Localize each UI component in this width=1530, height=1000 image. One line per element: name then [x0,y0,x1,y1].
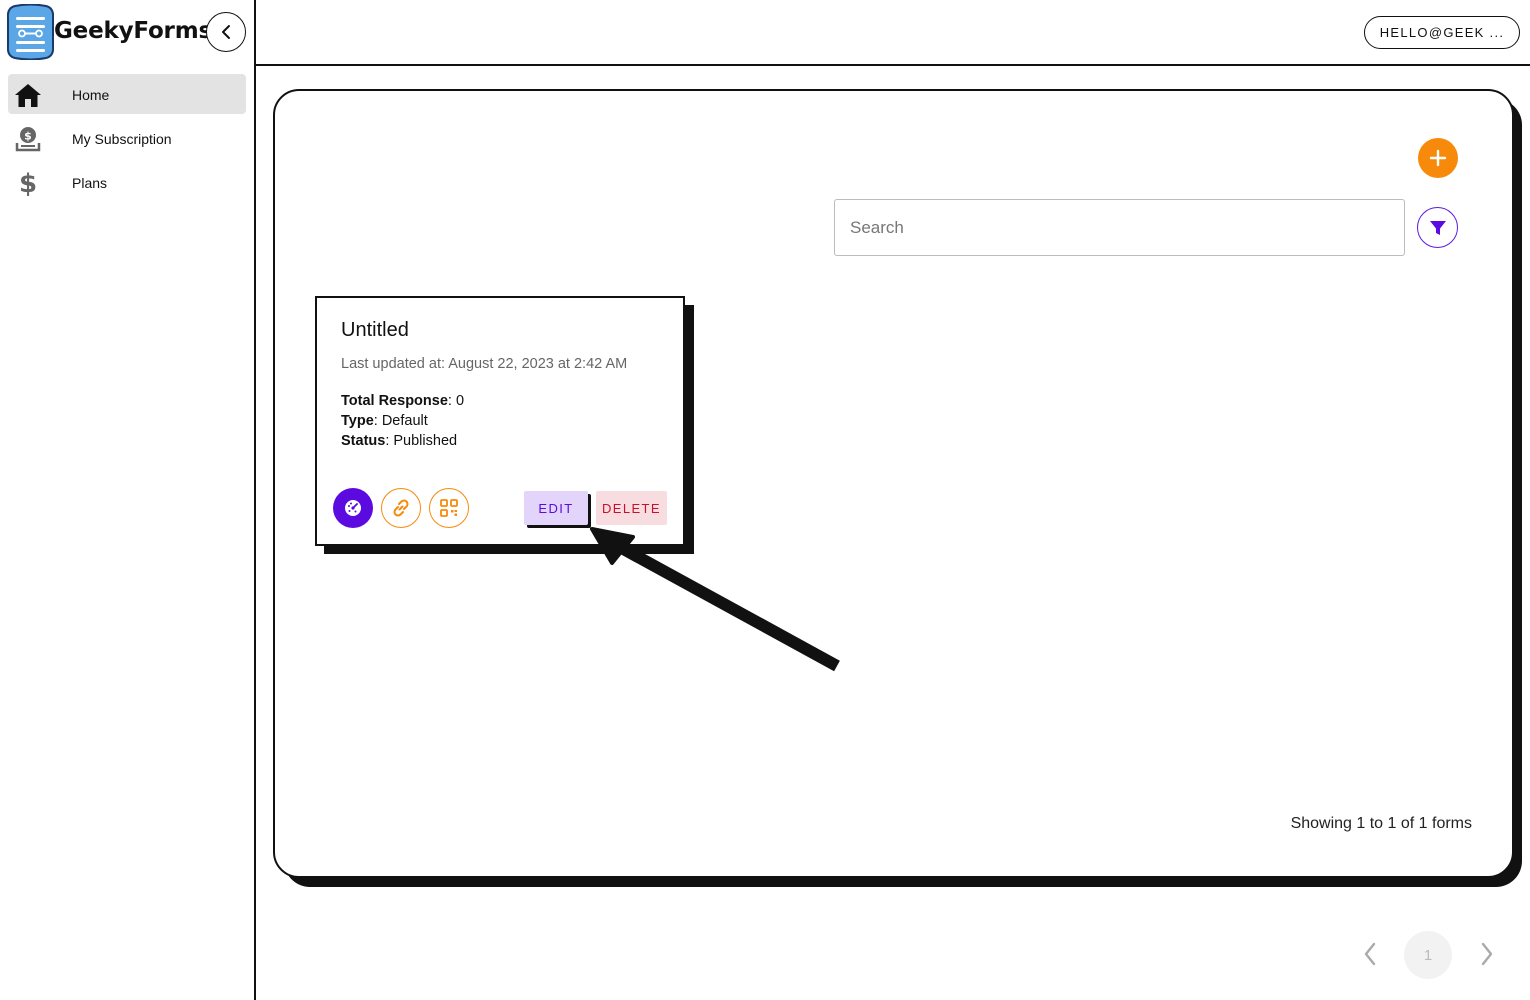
sidebar-item-plans[interactable]: $ Plans [8,162,246,202]
sidebar-item-label: Plans [72,175,108,191]
dashboard-icon [345,500,361,516]
type-value: : Default [373,413,428,429]
logo-icon[interactable] [7,4,54,60]
status-value: : Published [385,433,458,449]
total-response-label: Total Response [341,393,448,409]
share-link-button[interactable] [381,488,421,528]
chevron-right-icon [1481,942,1493,966]
collapse-sidebar-button[interactable] [206,12,246,52]
form-title: Untitled [341,319,409,341]
form-last-updated: Last updated at: August 22, 2023 at 2:42… [341,356,628,372]
app-name: GeekyForms [54,18,212,44]
pagination-prev-button[interactable] [1355,939,1385,969]
form-meta: Total Response: 0 Type: Default Status: … [341,391,464,451]
link-icon [393,499,409,517]
form-card: Untitled Last updated at: August 22, 202… [315,296,685,546]
filter-icon [1429,220,1446,235]
sidebar-item-subscription[interactable]: $ My Subscription [8,118,246,158]
dashboard-button[interactable] [333,488,373,528]
home-icon [14,81,42,109]
chevron-left-icon [222,25,230,39]
type-row: Type: Default [341,411,464,431]
edit-button[interactable]: EDIT [524,491,588,525]
svg-text:$: $ [19,169,37,197]
dollar-icon: $ [14,169,42,197]
results-summary: Showing 1 to 1 of 1 forms [1290,815,1472,832]
top-bar: HELLO@GEEK ... [256,0,1530,66]
qr-code-button[interactable] [429,488,469,528]
sidebar-nav: Home $ My Subscription $ Plans [8,74,246,206]
filter-button[interactable] [1417,207,1458,248]
qr-code-icon [440,499,458,517]
logo-area: GeekyForms [0,0,254,65]
delete-button[interactable]: DELETE [596,491,667,525]
subscription-icon: $ [14,125,42,153]
type-label: Type [341,413,374,429]
chevron-left-icon [1364,942,1376,966]
svg-text:$: $ [24,130,32,143]
total-response-row: Total Response: 0 [341,391,464,411]
sidebar-item-home[interactable]: Home [8,74,246,114]
pagination-page-button[interactable]: 1 [1404,931,1452,979]
total-response-value: : 0 [447,393,465,409]
status-label: Status [341,433,386,449]
sidebar: GeekyForms Home $ My Subscription $ Plan… [0,0,256,1000]
add-form-button[interactable] [1418,138,1458,178]
user-menu-button[interactable]: HELLO@GEEK ... [1364,16,1520,49]
sidebar-item-label: My Subscription [72,131,172,147]
sidebar-item-label: Home [72,87,110,103]
pagination-next-button[interactable] [1472,939,1502,969]
status-row: Status: Published [341,431,464,451]
forms-panel: Untitled Last updated at: August 22, 202… [273,89,1514,878]
search-input[interactable] [834,199,1405,256]
plus-icon [1429,149,1447,167]
